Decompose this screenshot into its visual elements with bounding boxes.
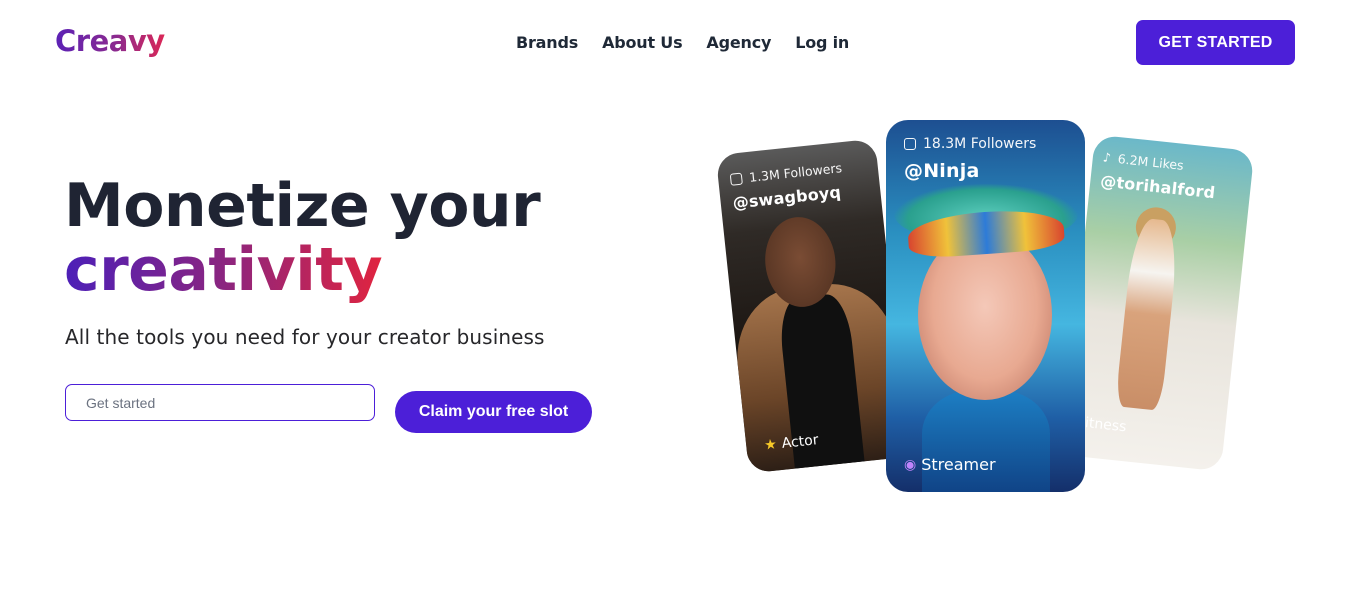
creator-handle: @Ninja — [904, 160, 980, 182]
follower-count: ♪ 6.2M Likes — [1102, 149, 1184, 172]
category-label: itness — [1084, 415, 1128, 436]
follower-count: 18.3M Followers — [904, 136, 1036, 152]
creator-card-swagboyq[interactable]: 1.3M Followers @swagboyq ★ Actor — [715, 138, 909, 474]
nav-brands[interactable]: Brands — [516, 33, 578, 52]
twitch-icon — [904, 138, 916, 150]
tiktok-icon: ♪ — [1102, 149, 1112, 166]
creator-card-torihalford[interactable]: ♪ 6.2M Likes @torihalford itness — [1061, 134, 1255, 472]
star-icon: ★ — [763, 436, 778, 454]
nav-login[interactable]: Log in — [795, 33, 849, 52]
creator-handle: @torihalford — [1099, 171, 1217, 203]
follower-count-text: 18.3M Followers — [923, 136, 1037, 152]
creator-category: ◉ Streamer — [904, 455, 996, 474]
get-started-button[interactable]: GET STARTED — [1136, 20, 1295, 65]
category-label: Streamer — [921, 455, 996, 474]
creator-photo-shirt — [922, 390, 1050, 492]
creator-handle: @swagboyq — [731, 182, 842, 213]
nav-agency[interactable]: Agency — [706, 33, 771, 52]
creator-photo — [1114, 217, 1181, 411]
follower-count-text: 1.3M Followers — [748, 160, 843, 185]
nav-about-us[interactable]: About Us — [602, 33, 683, 52]
logo[interactable]: Creavy — [55, 24, 165, 58]
claim-slot-button[interactable]: Claim your free slot — [395, 391, 592, 433]
gamepad-icon: ◉ — [904, 456, 917, 473]
main-nav: Brands About Us Agency Log in — [516, 33, 849, 52]
hero-subtitle: All the tools you need for your creator … — [65, 325, 545, 349]
follower-count-text: 6.2M Likes — [1117, 151, 1185, 173]
email-input[interactable] — [65, 384, 375, 421]
instagram-icon — [729, 172, 743, 186]
hero-title: Monetize your — [64, 171, 541, 241]
hero-title-accent: creativity — [64, 235, 383, 305]
creator-card-ninja[interactable]: 18.3M Followers @Ninja ◉ Streamer — [886, 120, 1085, 492]
creator-category: itness — [1084, 415, 1127, 435]
